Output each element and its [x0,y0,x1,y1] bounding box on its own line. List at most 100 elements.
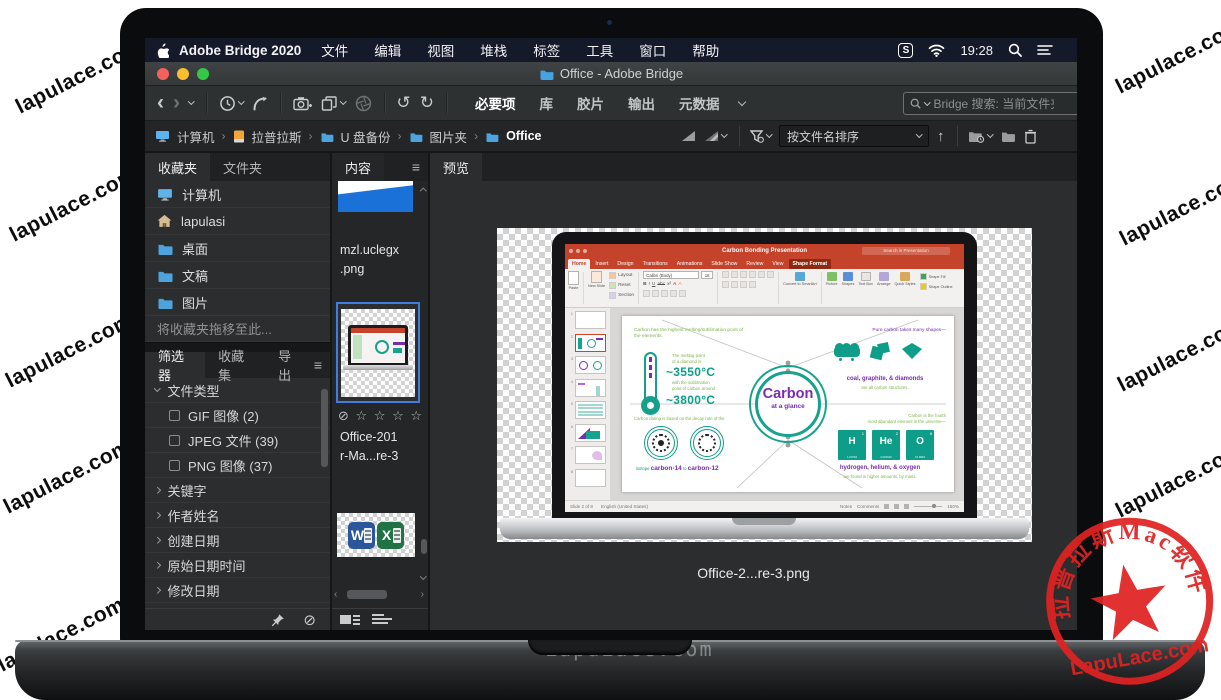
menu-file[interactable]: 文件 [321,40,348,60]
tab-content[interactable]: 内容 [332,153,384,181]
crumb-computer[interactable]: 计算机 [177,127,215,146]
nav-chevron-icon[interactable] [188,98,194,104]
filter-group-author[interactable]: 作者姓名 [145,503,330,528]
star-icon[interactable]: ☆ [356,408,369,423]
menubar-app-name[interactable]: Adobe Bridge 2020 [179,43,301,58]
checkbox[interactable] [169,435,180,446]
clear-filter-icon[interactable]: ⊘ [303,611,316,629]
list-view-icon[interactable] [372,614,392,625]
spotlight-icon[interactable] [1008,43,1022,57]
filter-group-date-modified[interactable]: 修改日期 [145,578,330,603]
redo-button[interactable]: ↻ [420,93,434,113]
star-icon[interactable]: ☆ [374,408,387,423]
menu-tools[interactable]: 工具 [586,40,613,60]
workspace-chevron-icon[interactable] [737,97,745,105]
thumbnail-view-icon[interactable] [340,614,360,625]
menu-view[interactable]: 视图 [427,40,454,60]
thumbnail-mzl[interactable] [338,181,413,212]
tab-favorites[interactable]: 收藏夹 [145,153,210,181]
workspace-output[interactable]: 输出 [628,93,655,113]
tab-preview[interactable]: 预览 [430,153,482,181]
menu-stacks[interactable]: 堆栈 [480,40,507,60]
sort-ascending-button[interactable]: ↑ [937,128,945,145]
filter-scrollbar[interactable] [321,389,328,467]
status-app-icon[interactable]: S [898,43,913,58]
favorites-item-computer[interactable]: 计算机 [145,181,330,208]
scroll-down-icon[interactable] [420,573,426,579]
back-button[interactable]: ‹ [157,94,164,112]
thumbnail-office-icons[interactable]: W X [337,513,415,557]
content-menu-icon[interactable]: ≡ [412,159,420,175]
file-name[interactable]: mzl.uclegx .png [332,241,428,279]
checkbox[interactable] [169,410,180,421]
content-hscrollbar[interactable]: ‹ › [334,588,424,600]
ppt-slide-canvas: Carbon has the highest melting/sublimati… [611,308,964,500]
pin-icon[interactable] [271,613,285,627]
filter-option-png[interactable]: PNG 图像 (37) [145,453,330,478]
tab-collections[interactable]: 收藏集 [205,352,265,378]
boomerang-button[interactable] [252,96,268,111]
filter-menu-icon[interactable]: ≡ [314,357,322,373]
crumb-drive[interactable]: 拉普拉斯 [252,127,302,146]
tab-filter[interactable]: 筛选器 [145,352,205,378]
scroll-right-icon[interactable]: › [421,589,424,600]
window-titlebar[interactable]: Office - Adobe Bridge [145,62,1077,86]
filter-group-date-original[interactable]: 原始日期时间 [145,553,330,578]
scroll-left-icon[interactable]: ‹ [334,589,337,600]
favorites-item-desktop[interactable]: 桌面 [145,235,330,262]
preview-image[interactable]: Carbon Bonding Presentation Search in Pr… [497,228,1032,542]
preview-file-name[interactable]: Office-2...re-3.png [430,565,1077,581]
control-center-icon[interactable] [1037,44,1053,56]
sort-dropdown[interactable]: 按文件名排序 [779,125,929,147]
rating-row[interactable]: ⊘ ☆ ☆ ☆ ☆ ☆ [338,408,426,424]
preview-quality-button[interactable] [704,130,727,142]
workspace-metadata[interactable]: 元数据 [679,93,720,113]
menu-window[interactable]: 窗口 [639,40,666,60]
tab-export[interactable]: 导出 [265,352,314,378]
favorites-item-home[interactable]: lapulasi [145,208,330,235]
batch-rename-button[interactable] [321,96,346,111]
filter-option-gif[interactable]: GIF 图像 (2) [145,403,330,428]
favorites-item-pictures[interactable]: 图片 [145,289,330,316]
crumb-pictures[interactable]: 图片夹 [430,127,468,146]
menu-help[interactable]: 帮助 [692,40,719,60]
search-input[interactable] [934,97,1054,111]
filter-group-date-created[interactable]: 创建日期 [145,528,330,553]
crumb-office[interactable]: Office [506,129,541,143]
trash-icon[interactable] [1024,129,1037,144]
menu-edit[interactable]: 编辑 [374,40,401,60]
search-scope-chevron-icon[interactable] [924,99,930,105]
tab-folders[interactable]: 文件夹 [210,153,275,181]
wifi-icon[interactable] [928,44,945,57]
reject-icon[interactable]: ⊘ [338,408,350,423]
file-name[interactable]: Office-201 r-Ma...re-3 [332,428,428,466]
workspace-filmstrip[interactable]: 胶片 [577,93,604,113]
filter-group-keywords[interactable]: 关键字 [145,478,330,503]
import-from-camera-button[interactable] [293,96,312,111]
recent-files-button[interactable] [219,95,244,112]
undo-button[interactable]: ↺ [397,93,411,113]
thumbnail-quality-icon[interactable] [681,130,696,142]
menu-label[interactable]: 标签 [533,40,560,60]
workspace-essentials[interactable]: 必要项 [475,93,516,113]
apple-logo-icon[interactable] [155,42,169,58]
thumbnail-office-selected[interactable] [336,302,420,403]
open-recent-button[interactable] [968,130,993,143]
hscroll-thumb[interactable] [347,590,387,599]
content-scrollbar[interactable] [421,539,427,554]
aperture-button[interactable] [355,95,372,112]
checkbox[interactable] [169,460,180,471]
menubar-clock[interactable]: 19:28 [960,43,993,58]
star-icon[interactable]: ☆ [392,408,405,423]
search-icon [910,98,921,109]
forward-button[interactable]: › [173,94,180,112]
new-folder-icon[interactable] [1000,130,1016,142]
crumb-usb-backup[interactable]: U 盘备份 [341,127,391,146]
filter-option-jpeg[interactable]: JPEG 文件 (39) [145,428,330,453]
star-icon[interactable]: ☆ [410,408,423,423]
search-field[interactable] [903,92,1077,115]
workspace-libraries[interactable]: 库 [540,93,554,113]
filter-button[interactable] [750,130,772,143]
favorites-item-documents[interactable]: 文稿 [145,262,330,289]
scroll-up-icon[interactable] [420,188,426,194]
